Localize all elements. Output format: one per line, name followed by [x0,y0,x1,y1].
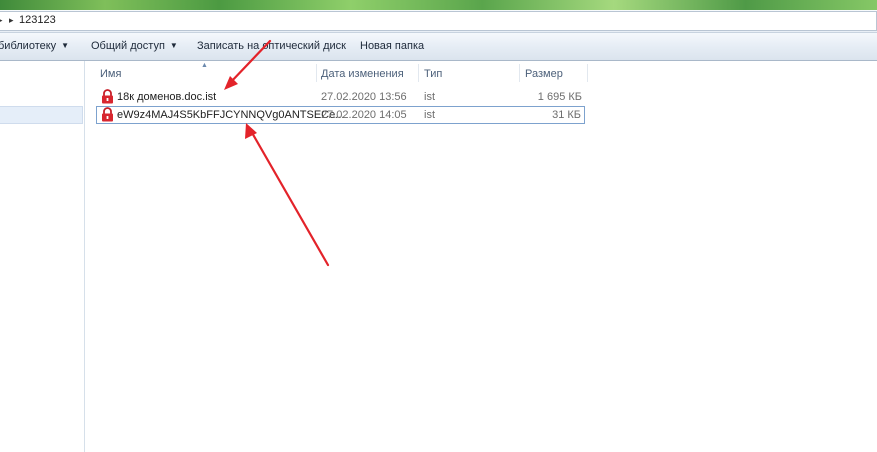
new-folder-button[interactable]: Новая папка [360,40,424,52]
share-button[interactable]: Общий доступ ▼ [91,40,178,52]
chevron-down-icon: ▼ [169,41,178,50]
file-date: 27.02.2020 14:05 [321,109,407,121]
breadcrumb-folder[interactable]: 123123 [19,14,56,26]
burn-to-disc-button[interactable]: Записать на оптический диск [197,40,346,52]
file-size: 31 КБ [552,109,581,121]
navigation-pane[interactable] [0,61,85,452]
column-header-type[interactable]: Тип [424,68,442,80]
lock-icon [102,107,113,122]
add-to-library-button[interactable]: библиотеку ▼ [0,40,69,52]
column-divider[interactable] [418,64,419,82]
burn-to-disc-label: Записать на оптический диск [197,40,346,52]
chevron-down-icon: ▼ [61,41,70,50]
file-type: ist [424,91,435,103]
column-headers: ▲ Имя Дата изменения Тип Размер [95,62,590,84]
column-divider[interactable] [519,64,520,82]
toolbar: библиотеку ▼ Общий доступ ▼ Записать на оп… [0,33,877,61]
address-field[interactable]: ▸ ▸ 123123 [0,11,877,31]
file-size: 1 695 КБ [537,91,582,103]
lock-icon [102,89,113,104]
window-title-strip [0,0,877,10]
column-header-size[interactable]: Размер [525,68,563,80]
breadcrumb-chevron-icon[interactable]: ▸ [9,15,14,26]
annotation-arrow-bottom [245,123,330,267]
file-name[interactable]: eW9z4MAJ4S5KbFFJCYNNQVg0ANTSECe... [117,109,344,121]
new-folder-label: Новая папка [360,40,425,52]
share-label: Общий доступ [91,40,165,52]
column-divider[interactable] [316,64,317,82]
column-header-name[interactable]: Имя [100,68,121,80]
nav-selected-item[interactable] [0,106,83,124]
add-to-library-label: библиотеку [0,40,57,52]
breadcrumb-chevron-icon[interactable]: ▸ [0,15,3,26]
file-row[interactable]: 18к доменов.doc.ist 27.02.2020 13:56 ist… [96,88,585,106]
file-name[interactable]: 18к доменов.doc.ist [117,91,216,103]
column-header-date[interactable]: Дата изменения [321,68,404,80]
sort-ascending-icon: ▲ [201,62,208,69]
file-row-selected[interactable]: eW9z4MAJ4S5KbFFJCYNNQVg0ANTSECe... 27.02… [96,106,585,124]
column-divider[interactable] [587,64,588,82]
file-date: 27.02.2020 13:56 [321,91,407,103]
file-type: ist [424,109,435,121]
address-bar: ▸ ▸ 123123 [0,10,877,33]
